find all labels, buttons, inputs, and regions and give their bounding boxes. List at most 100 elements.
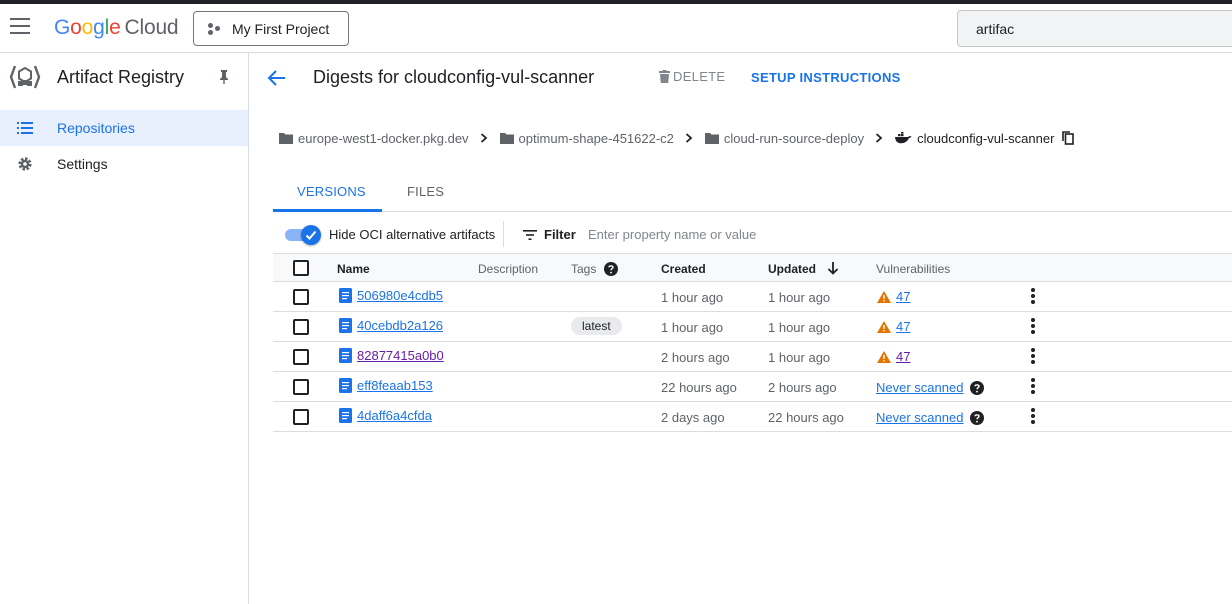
vulnerabilities-link[interactable]: 47 — [877, 319, 910, 334]
back-arrow-icon[interactable] — [267, 69, 287, 87]
never-scanned-link[interactable]: Never scanned — [876, 410, 963, 425]
never-scanned-cell: Never scanned — [876, 380, 985, 395]
more-actions-icon[interactable] — [1030, 288, 1036, 306]
updated-header-label: Updated — [768, 262, 816, 276]
column-header-name[interactable]: Name — [337, 262, 370, 276]
table-row[interactable]: eff8feaab153 22 hours ago 2 hours ago Ne… — [273, 372, 1232, 402]
help-icon[interactable] — [970, 410, 985, 425]
help-icon[interactable] — [970, 380, 985, 395]
sidebar: Artifact Registry Repositories Settings — [0, 53, 249, 604]
search-value: artifac — [976, 20, 1015, 37]
sort-descending-icon[interactable] — [827, 262, 839, 275]
sidebar-item-repositories[interactable]: Repositories — [0, 110, 248, 146]
digest-name: 506980e4cdb5 — [357, 288, 444, 303]
breadcrumb-item[interactable]: optimum-shape-451622-c2 — [499, 131, 674, 146]
folder-icon — [279, 132, 293, 144]
logo-letter: G — [54, 16, 71, 39]
project-icon — [208, 22, 222, 36]
table-row[interactable]: 506980e4cdb5 1 hour ago 1 hour ago 47 — [273, 282, 1232, 312]
chevron-right-icon — [876, 133, 883, 143]
row-checkbox[interactable] — [293, 289, 309, 305]
breadcrumb-label: cloudconfig-vul-scanner — [917, 130, 1055, 146]
help-icon[interactable] — [603, 262, 618, 276]
digest-link[interactable]: 4daff6a4cfda — [339, 408, 432, 423]
delete-button[interactable]: DELETE — [659, 69, 725, 84]
docker-icon — [895, 132, 912, 144]
updated-cell: 22 hours ago — [768, 410, 844, 425]
created-cell: 2 hours ago — [661, 350, 730, 365]
copy-icon[interactable] — [1062, 131, 1075, 145]
digest-link[interactable]: 82877415a0b0 — [339, 348, 444, 363]
hamburger-menu-icon[interactable] — [10, 18, 32, 38]
breadcrumb-item-current: cloudconfig-vul-scanner — [895, 130, 1075, 146]
vulnerabilities-link[interactable]: 47 — [877, 349, 910, 364]
more-actions-icon[interactable] — [1030, 318, 1036, 336]
document-icon — [339, 378, 352, 393]
table-row[interactable]: 82877415a0b0 2 hours ago 1 hour ago 47 — [273, 342, 1232, 372]
gear-icon — [18, 157, 32, 171]
active-tab-indicator — [273, 209, 382, 212]
digest-link[interactable]: eff8feaab153 — [339, 378, 433, 393]
document-icon — [339, 288, 352, 303]
document-icon — [339, 318, 352, 333]
check-icon — [305, 230, 317, 240]
product-header: Artifact Registry — [0, 53, 248, 101]
row-checkbox[interactable] — [293, 349, 309, 365]
warning-icon — [877, 290, 891, 303]
breadcrumb-label: europe-west1-docker.pkg.dev — [298, 130, 469, 146]
more-actions-icon[interactable] — [1030, 408, 1036, 426]
row-checkbox[interactable] — [293, 409, 309, 425]
delete-label: DELETE — [673, 69, 726, 84]
vulnerability-count: 47 — [896, 289, 911, 304]
toggle-knob — [301, 225, 321, 245]
tab-files[interactable]: FILES — [407, 184, 444, 199]
tags-header-label: Tags — [571, 262, 597, 276]
product-title: Artifact Registry — [57, 67, 185, 87]
filter-button[interactable]: Filter — [523, 227, 576, 242]
search-input[interactable]: artifac — [957, 10, 1232, 47]
filter-input[interactable] — [588, 223, 888, 245]
never-scanned-link[interactable]: Never scanned — [876, 380, 963, 395]
list-icon — [17, 122, 33, 134]
vulnerabilities-link[interactable]: 47 — [877, 289, 910, 304]
folder-icon — [704, 132, 719, 144]
digest-link[interactable]: 40cebdb2a126 — [339, 318, 443, 333]
table-row[interactable]: 4daff6a4cfda 2 days ago 22 hours ago Nev… — [273, 402, 1232, 432]
project-picker-button[interactable]: My First Project — [193, 11, 349, 46]
vulnerability-count: 47 — [896, 349, 911, 364]
digest-name: 82877415a0b0 — [357, 348, 444, 363]
column-header-created[interactable]: Created — [661, 262, 706, 276]
breadcrumb-item[interactable]: cloud-run-source-deploy — [704, 130, 865, 146]
select-all-checkbox[interactable] — [293, 260, 309, 276]
artifact-registry-icon — [9, 65, 41, 89]
tab-bar: VERSIONS FILES — [273, 175, 1232, 212]
breadcrumb-item[interactable]: europe-west1-docker.pkg.dev — [279, 131, 469, 146]
column-header-updated[interactable]: Updated — [768, 262, 839, 276]
more-actions-icon[interactable] — [1030, 348, 1036, 366]
filter-bar: Hide OCI alternative artifacts Filter — [273, 217, 1232, 253]
sidebar-item-settings[interactable]: Settings — [0, 146, 248, 182]
document-icon — [339, 348, 352, 363]
logo-letter: o — [70, 16, 82, 39]
setup-instructions-button[interactable]: SETUP INSTRUCTIONS — [751, 70, 901, 85]
created-cell: 22 hours ago — [661, 380, 737, 395]
row-checkbox[interactable] — [293, 319, 309, 335]
google-cloud-logo[interactable]: Google Cloud — [54, 16, 179, 40]
created-cell: 1 hour ago — [661, 320, 724, 335]
warning-icon — [877, 320, 891, 333]
sidebar-item-label: Settings — [57, 156, 108, 172]
breadcrumb: europe-west1-docker.pkg.dev optimum-shap… — [279, 129, 1075, 147]
digest-name: 4daff6a4cfda — [357, 408, 432, 423]
digest-link[interactable]: 506980e4cdb5 — [339, 288, 443, 303]
table-row[interactable]: 40cebdb2a126 latest 1 hour ago 1 hour ag… — [273, 312, 1232, 342]
hide-oci-toggle[interactable] — [285, 225, 321, 245]
more-actions-icon[interactable] — [1030, 378, 1036, 396]
folder-icon — [499, 132, 514, 144]
column-header-description: Description — [478, 262, 539, 276]
row-checkbox[interactable] — [293, 379, 309, 395]
tab-versions[interactable]: VERSIONS — [297, 184, 366, 199]
page-title: Digests for cloudconfig-vul-scanner — [313, 67, 595, 87]
breadcrumb-label: cloud-run-source-deploy — [723, 130, 865, 146]
pin-icon[interactable] — [217, 69, 231, 85]
column-header-vulnerabilities: Vulnerabilities — [876, 262, 951, 276]
